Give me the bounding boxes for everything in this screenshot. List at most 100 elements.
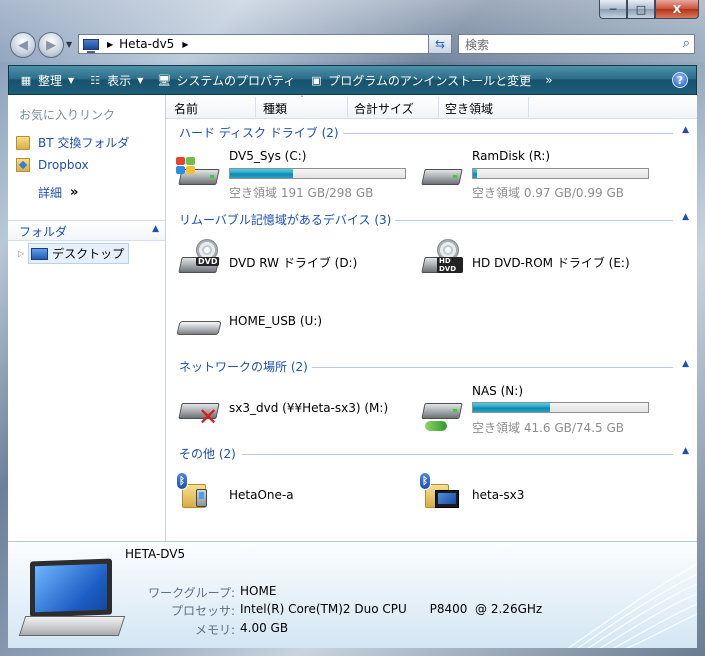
details-pane: HETA-DV5 ワークグループ: HOME プロセッサ: Intel(R) C…	[8, 541, 697, 648]
group-divider-line	[341, 133, 673, 134]
laptop-icon	[18, 558, 130, 642]
breadcrumb-separator-2[interactable]: ▶	[182, 40, 188, 49]
drive-n[interactable]: NAS (N:) 空き領域 41.6 GB/74.5 GB	[417, 383, 657, 437]
favorite-bt-exchange-folder[interactable]: BT 交換フォルダ	[16, 134, 129, 151]
column-divider[interactable]	[528, 97, 529, 117]
drive-name: HOME_USB (U:)	[229, 314, 323, 328]
address-bar[interactable]: ▶ Heta-dv5 ▶ ▼	[78, 34, 452, 54]
forward-button[interactable]: ▶	[38, 32, 64, 58]
drive-e[interactable]: HD DVD HD DVD-ROM ドライブ (E:)	[417, 237, 677, 287]
folders-label: フォルダ	[19, 225, 68, 239]
programs-icon: ▣	[311, 73, 322, 87]
group-title: リムーバブル記憶域があるデバイス (3)	[179, 211, 396, 228]
search-input[interactable]: 検索	[465, 36, 489, 53]
group-network-locations[interactable]: ネットワークの場所 (2) ▲	[166, 358, 697, 376]
favorite-label: Dropbox	[38, 158, 89, 172]
tree-item-desktop[interactable]: ▷ デスクトップ	[18, 243, 130, 264]
organize-icon: ▦	[20, 73, 32, 87]
search-icon[interactable]: ⌕	[683, 36, 690, 51]
drive-name: DVD RW ドライブ (D:)	[229, 256, 358, 270]
maximize-button[interactable]: □	[627, 0, 655, 19]
column-divider[interactable]	[255, 97, 256, 117]
drive-name: RamDisk (R:)	[472, 149, 551, 163]
minimize-button[interactable]: ─	[599, 0, 627, 19]
help-button[interactable]: ?	[672, 72, 688, 88]
breadcrumb-separator[interactable]: ▶	[107, 40, 113, 49]
column-free-space[interactable]: 空き領域	[445, 100, 493, 117]
double-chevron-icon: »	[70, 185, 79, 200]
drive-usage-bar	[472, 402, 649, 413]
drive-d[interactable]: DVD DVD RW ドライブ (D:)	[174, 237, 414, 287]
drive-c[interactable]: DV5_Sys (C:) 空き領域 191 GB/298 GB	[174, 147, 414, 201]
group-divider-line	[242, 454, 673, 455]
recent-pages-dropdown[interactable]: ▼	[66, 40, 72, 49]
device-heta-sx3[interactable]: ᛒ heta-sx3	[417, 470, 657, 522]
refresh-button[interactable]: ⇆	[428, 34, 452, 54]
favorite-dropbox[interactable]: Dropbox	[16, 158, 89, 172]
drive-name: DV5_Sys (C:)	[229, 149, 307, 163]
command-bar: ▦ 整理 ▼ ☷ 表示 ▼ 🖥 システムのプロパティ ▣ プログラムのアンインス…	[8, 65, 697, 95]
drive-free-space: 空き領域 0.97 GB/0.99 GB	[472, 186, 624, 200]
search-box[interactable]: 検索 ⌕	[458, 34, 695, 54]
drive-r[interactable]: RamDisk (R:) 空き領域 0.97 GB/0.99 GB	[417, 147, 657, 201]
group-other[interactable]: その他 (2) ▲	[166, 445, 697, 463]
column-divider[interactable]	[347, 97, 348, 117]
sort-indicator-icon: ˆ	[300, 95, 304, 104]
uninstall-programs-button[interactable]: ▣ プログラムのアンインストールと変更	[309, 72, 531, 89]
drive-u[interactable]: HOME_USB (U:)	[174, 305, 414, 345]
breadcrumb-computer[interactable]: Heta-dv5	[119, 37, 174, 51]
memory-value: 4.00 GB	[240, 621, 289, 635]
group-title: ハード ディスク ドライブ (2)	[179, 124, 343, 141]
workgroup-label: ワークグループ:	[148, 586, 235, 600]
drive-m[interactable]: ✕ sx3_dvd (¥¥Heta-sx3) (M:)	[174, 383, 424, 437]
uninstall-label: プログラムのアンインストールと変更	[328, 73, 532, 88]
close-button[interactable]: X	[655, 0, 699, 19]
chevron-up-icon[interactable]: ▲	[682, 446, 689, 456]
caption-buttons: ─ □ X	[599, 0, 699, 19]
bluetooth-icon: ᛒ	[419, 472, 431, 490]
expand-arrow-icon[interactable]: ▷	[18, 249, 24, 258]
chevron-up-icon[interactable]: ▲	[682, 359, 689, 369]
more-commands-button[interactable]: »	[545, 73, 552, 87]
column-divider[interactable]	[438, 97, 439, 117]
column-type[interactable]: 種類	[263, 100, 287, 117]
chevron-up-icon[interactable]: ▲	[682, 125, 689, 135]
content-pane: 名前 ˆ 種類 合計サイズ 空き領域 ハード ディスク ドライブ (2) ▲ D…	[166, 95, 697, 541]
back-button[interactable]: ◀	[10, 32, 36, 58]
column-name[interactable]: 名前	[174, 100, 198, 117]
drive-name: HD DVD-ROM ドライブ (E:)	[472, 256, 630, 270]
device-hetaone-a[interactable]: ᛒ HetaOne-a	[174, 470, 414, 522]
chevron-up-icon[interactable]: ▲	[682, 212, 689, 222]
system-properties-button[interactable]: 🖥 システムのプロパティ	[157, 72, 295, 89]
column-headers: 名前 ˆ 種類 合計サイズ 空き領域	[166, 95, 697, 119]
views-button[interactable]: ☷ 表示 ▼	[88, 72, 143, 89]
group-removable-devices[interactable]: リムーバブル記憶域があるデバイス (3) ▲	[166, 211, 697, 229]
folders-header[interactable]: フォルダ ▲	[8, 220, 165, 241]
computer-icon	[435, 490, 459, 508]
column-total-size[interactable]: 合計サイズ	[354, 100, 414, 117]
processor-value: Intel(R) Core(TM)2 Duo CPU P8400 @ 2.26G…	[240, 602, 543, 616]
bluetooth-icon: ᛒ	[176, 472, 188, 490]
hd-dvd-drive-icon: HD DVD	[419, 239, 463, 279]
tree-item-label: デスクトップ	[52, 247, 125, 261]
group-hard-disk-drives[interactable]: ハード ディスク ドライブ (2) ▲	[166, 124, 697, 142]
windows-logo-icon	[176, 157, 198, 177]
favorite-label: BT 交換フォルダ	[38, 136, 130, 150]
computer-name: HETA-DV5	[125, 547, 186, 561]
hard-drive-icon	[176, 157, 220, 191]
dvd-drive-icon: DVD	[176, 239, 220, 279]
forward-arrow-icon: ▶	[46, 37, 56, 53]
favorites-more-link[interactable]: 詳細 »	[38, 184, 79, 201]
views-icon: ☷	[90, 73, 101, 87]
drive-name: sx3_dvd (¥¥Heta-sx3) (M:)	[229, 401, 389, 415]
pda-icon	[196, 489, 207, 507]
chevron-up-icon[interactable]: ▲	[152, 224, 159, 234]
organize-button[interactable]: ▦ 整理 ▼	[19, 72, 74, 89]
chevron-down-icon: ▼	[68, 75, 75, 85]
group-divider-line	[394, 220, 673, 221]
bluetooth-device-icon: ᛒ	[419, 472, 459, 508]
group-title: その他 (2)	[179, 445, 240, 462]
drive-free-space: 空き領域 41.6 GB/74.5 GB	[472, 421, 624, 435]
dropbox-icon	[16, 158, 30, 172]
folder-icon	[16, 135, 30, 150]
